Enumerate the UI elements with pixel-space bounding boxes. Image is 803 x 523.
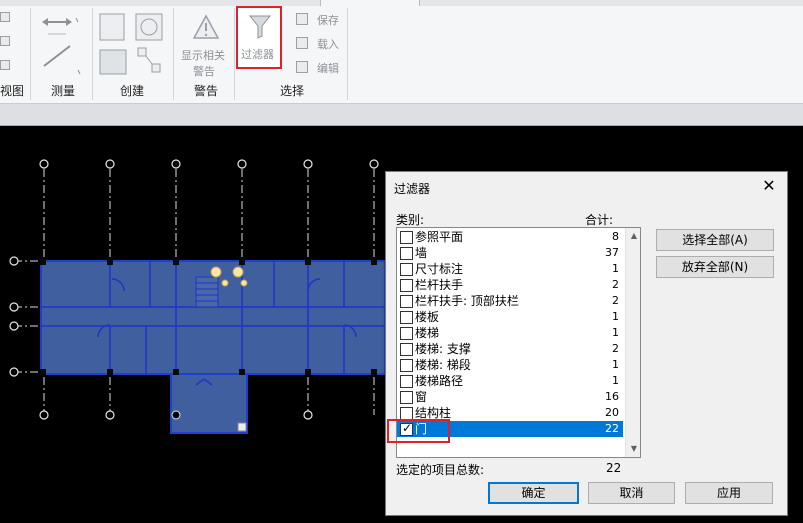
ok-button[interactable]: 确定 — [488, 482, 579, 504]
active-ribbon-tab[interactable] — [320, 0, 420, 6]
category-row[interactable]: 栏杆扶手: 顶部扶栏 2 — [397, 293, 623, 309]
category-count: 1 — [612, 358, 619, 371]
checkbox[interactable] — [400, 359, 413, 372]
save-selection-icon — [296, 13, 308, 25]
category-name: 楼梯: 梯段 — [415, 358, 471, 372]
category-count: 1 — [612, 262, 619, 275]
show-warnings-label-1[interactable]: 显示相关 — [181, 47, 225, 63]
save-selection-button[interactable]: 保存 — [317, 12, 339, 28]
load-selection-icon — [296, 37, 308, 49]
category-row[interactable]: 楼梯: 梯段 1 — [397, 357, 623, 373]
category-row[interactable]: 楼梯路径 1 — [397, 373, 623, 389]
panel-label-measure: 测量 — [51, 84, 76, 98]
filter-button-label: 过滤器 — [241, 48, 274, 61]
funnel-icon — [248, 15, 272, 39]
panel-label-view: 视图 — [0, 84, 25, 98]
panel-separator — [92, 8, 93, 100]
warning-icon[interactable] — [192, 14, 220, 42]
panel-separator — [30, 8, 31, 100]
load-selection-button[interactable]: 载入 — [317, 36, 339, 52]
category-name: 尺寸标注 — [415, 262, 464, 276]
view-icon[interactable] — [0, 60, 10, 70]
measure-icons[interactable] — [40, 12, 84, 76]
category-count: 1 — [612, 374, 619, 387]
cancel-button[interactable]: 取消 — [588, 482, 675, 504]
show-warnings-label-2[interactable]: 警告 — [193, 63, 215, 79]
total-header: 合计: — [585, 213, 614, 227]
ribbon: 视图 测量 创建 显示相关 警告 警告 过滤器 保存 载入 编辑 选择 — [0, 0, 803, 104]
filter-button[interactable]: 过滤器 — [236, 6, 282, 69]
checkbox[interactable] — [400, 343, 413, 356]
category-row[interactable]: 墙 37 — [397, 245, 623, 261]
category-name: 楼梯 — [415, 326, 440, 340]
list-scrollbar[interactable]: ▲ ▼ — [625, 228, 640, 457]
category-name: 参照平面 — [415, 230, 464, 244]
scroll-down-icon[interactable]: ▼ — [626, 441, 640, 457]
view-icon[interactable] — [0, 36, 10, 46]
category-count: 20 — [605, 406, 619, 419]
highlight-box-door-row — [387, 419, 450, 443]
total-selected-label: 选定的项目总数: — [396, 463, 485, 477]
category-name: 栏杆扶手 — [415, 278, 464, 292]
checkbox[interactable] — [400, 375, 413, 388]
panel-label-create: 创建 — [120, 84, 145, 98]
category-header: 类别: — [396, 213, 425, 227]
category-count: 16 — [605, 390, 619, 403]
category-row[interactable]: 楼梯 1 — [397, 325, 623, 341]
checkbox[interactable] — [400, 231, 413, 244]
panel-label-warnings: 警告 — [194, 84, 219, 98]
category-count: 22 — [605, 422, 619, 435]
view-tab-bar — [0, 104, 803, 126]
category-count: 2 — [612, 342, 619, 355]
checkbox[interactable] — [400, 247, 413, 260]
checkbox[interactable] — [400, 327, 413, 340]
checkbox[interactable] — [400, 279, 413, 292]
category-name: 墙 — [415, 246, 428, 260]
category-row[interactable]: 楼板 1 — [397, 309, 623, 325]
category-count: 2 — [612, 294, 619, 307]
category-row[interactable]: 窗 16 — [397, 389, 623, 405]
edit-selection-button[interactable]: 编辑 — [317, 60, 339, 76]
checkbox[interactable] — [400, 263, 413, 276]
category-name: 栏杆扶手: 顶部扶栏 — [415, 294, 519, 308]
stair — [195, 276, 219, 308]
panel-separator — [347, 8, 348, 100]
category-count: 2 — [612, 278, 619, 291]
dialog-title: 过滤器 — [394, 182, 431, 196]
category-name: 楼板 — [415, 310, 440, 324]
select-all-button[interactable]: 选择全部(A) — [656, 229, 774, 251]
panel-separator — [234, 8, 235, 100]
category-row[interactable]: 栏杆扶手 2 — [397, 277, 623, 293]
filter-dialog: 过滤器 ✕ 类别: 合计: 参照平面 8 墙 37 尺寸标注 1 栏杆扶手 2 栏杆扶手: 顶部… — [385, 171, 788, 516]
panel-separator — [173, 8, 174, 100]
panel-label-selection: 选择 — [280, 84, 305, 98]
category-count: 8 — [612, 230, 619, 243]
edit-selection-icon — [296, 61, 308, 73]
category-row[interactable]: 参照平面 8 — [397, 229, 623, 245]
close-icon[interactable]: ✕ — [758, 176, 780, 196]
category-name: 楼梯: 支撑 — [415, 342, 471, 356]
category-count: 1 — [612, 326, 619, 339]
category-name: 窗 — [415, 390, 428, 404]
checkbox[interactable] — [400, 391, 413, 404]
scroll-up-icon[interactable]: ▲ — [626, 228, 640, 244]
checkbox[interactable] — [400, 295, 413, 308]
check-none-button[interactable]: 放弃全部(N) — [656, 256, 774, 278]
view-icon[interactable] — [0, 12, 10, 22]
create-icons[interactable] — [96, 10, 168, 78]
category-row[interactable]: 楼梯: 支撑 2 — [397, 341, 623, 357]
category-row[interactable]: 尺寸标注 1 — [397, 261, 623, 277]
total-selected-value: 22 — [606, 461, 622, 475]
category-count: 37 — [605, 246, 619, 259]
category-count: 1 — [612, 310, 619, 323]
category-name: 楼梯路径 — [415, 374, 464, 388]
checkbox[interactable] — [400, 311, 413, 324]
apply-button[interactable]: 应用 — [685, 482, 773, 504]
